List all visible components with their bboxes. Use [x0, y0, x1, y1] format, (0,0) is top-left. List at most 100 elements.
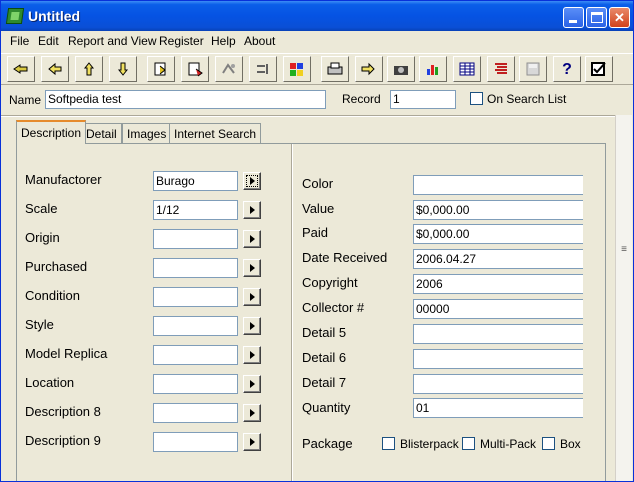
divider	[1, 115, 616, 117]
chart-button[interactable]	[419, 56, 447, 82]
value-label: Value	[302, 201, 335, 216]
report-button[interactable]	[487, 56, 515, 82]
colors-button[interactable]	[283, 56, 311, 82]
purchased-field[interactable]	[153, 258, 238, 278]
delete-record-icon	[188, 62, 203, 77]
description-9-field[interactable]	[153, 432, 238, 452]
previous-record-button[interactable]	[41, 56, 69, 82]
tab-detail[interactable]: Detail	[81, 123, 122, 143]
add-record-button[interactable]	[147, 56, 175, 82]
origin-label: Origin	[25, 230, 60, 245]
description-8-field[interactable]	[153, 403, 238, 423]
color-field[interactable]	[413, 175, 583, 195]
name-field[interactable]: Softpedia test	[45, 90, 326, 109]
checkmark-button[interactable]	[585, 56, 613, 82]
title-bar[interactable]: Untitled ✕	[1, 1, 633, 31]
date-received-field[interactable]: 2006.04.27	[413, 249, 583, 269]
tab-internet-search[interactable]: Internet Search	[169, 123, 262, 143]
package-label: Package	[302, 436, 353, 451]
manufactorer-label: Manufactorer	[25, 172, 102, 187]
value-field[interactable]: $0,000.00	[413, 200, 583, 220]
box-checkbox[interactable]	[542, 437, 555, 450]
previous-record-icon	[48, 62, 62, 76]
detail-7-label: Detail 7	[302, 375, 347, 390]
scrollbar-grip-icon[interactable]: ≡	[617, 243, 631, 257]
description-8-lookup-button[interactable]	[243, 404, 261, 422]
maximize-button[interactable]	[586, 7, 607, 28]
blisterpack-checkbox[interactable]	[382, 437, 395, 450]
menu-edit[interactable]: Edit	[38, 34, 59, 48]
manufactorer-lookup-button[interactable]	[243, 172, 261, 190]
name-label: Name	[9, 93, 42, 107]
model-replica-lookup-button[interactable]	[243, 346, 261, 364]
paid-field[interactable]: $0,000.00	[413, 224, 583, 244]
record-field[interactable]: 1	[390, 90, 456, 109]
print-preview-icon	[361, 62, 375, 76]
panel-divider	[291, 144, 293, 481]
quantity-label: Quantity	[302, 400, 351, 415]
copyright-label: Copyright	[302, 275, 358, 290]
condition-field[interactable]	[153, 287, 238, 307]
camera-button[interactable]	[387, 56, 415, 82]
collector-number-label: Collector #	[302, 300, 365, 315]
quantity-field[interactable]: 01	[413, 398, 583, 418]
description-9-lookup-button[interactable]	[243, 433, 261, 451]
find-icon	[222, 63, 235, 74]
on-search-list-label: On Search List	[487, 92, 567, 106]
purchased-lookup-button[interactable]	[243, 259, 261, 277]
menu-register[interactable]: Register	[159, 34, 204, 48]
tab-images[interactable]: Images	[122, 123, 172, 143]
app-window: Untitled ✕ File Edit Report and View Reg…	[0, 0, 634, 482]
model-replica-field[interactable]	[153, 345, 238, 365]
find-button[interactable]	[215, 56, 243, 82]
model-replica-label: Model Replica	[25, 346, 108, 361]
close-button[interactable]: ✕	[609, 7, 630, 28]
table-button[interactable]	[453, 56, 481, 82]
first-record-button[interactable]	[7, 56, 35, 82]
box-label: Box	[560, 437, 581, 451]
menu-help[interactable]: Help	[211, 34, 236, 48]
multi-pack-checkbox[interactable]	[462, 437, 475, 450]
manufactorer-field[interactable]: Burago	[153, 171, 238, 191]
print-preview-button[interactable]	[355, 56, 383, 82]
tab-description[interactable]: Description	[16, 120, 87, 144]
location-lookup-button[interactable]	[243, 375, 261, 393]
menu-report-and-view[interactable]: Report and View	[68, 34, 157, 48]
save-icon	[526, 62, 540, 76]
app-icon	[5, 8, 25, 24]
condition-lookup-button[interactable]	[243, 288, 261, 306]
record-label: Record	[342, 92, 381, 106]
minimize-button[interactable]	[563, 7, 584, 28]
next-record-button[interactable]	[75, 56, 103, 82]
next-record-icon	[83, 62, 95, 76]
last-record-button[interactable]	[109, 56, 137, 82]
scale-field[interactable]: 1/12	[153, 200, 238, 220]
style-field[interactable]	[153, 316, 238, 336]
origin-field[interactable]	[153, 229, 238, 249]
vertical-scrollbar[interactable]: ≡	[615, 115, 632, 481]
scale-label: Scale	[25, 201, 58, 216]
copyright-field[interactable]: 2006	[413, 274, 583, 294]
save-button[interactable]	[519, 56, 547, 82]
menu-about[interactable]: About	[244, 34, 275, 48]
on-search-list-checkbox[interactable]	[470, 92, 483, 105]
print-button[interactable]	[321, 56, 349, 82]
delete-record-button[interactable]	[181, 56, 209, 82]
report-icon	[495, 63, 507, 74]
first-record-icon	[13, 64, 28, 74]
detail-7-field[interactable]	[413, 374, 583, 394]
color-label: Color	[302, 176, 334, 191]
close-icon: ✕	[614, 10, 625, 25]
multi-pack-label: Multi-Pack	[480, 437, 537, 451]
location-field[interactable]	[153, 374, 238, 394]
paid-label: Paid	[302, 225, 329, 240]
collector-number-field[interactable]: 00000	[413, 299, 583, 319]
help-button[interactable]: ?	[553, 56, 581, 82]
detail-5-field[interactable]	[413, 324, 583, 344]
scale-lookup-button[interactable]	[243, 201, 261, 219]
sort-button[interactable]	[249, 56, 277, 82]
origin-lookup-button[interactable]	[243, 230, 261, 248]
style-lookup-button[interactable]	[243, 317, 261, 335]
detail-6-field[interactable]	[413, 349, 583, 369]
menu-file[interactable]: File	[10, 34, 29, 48]
